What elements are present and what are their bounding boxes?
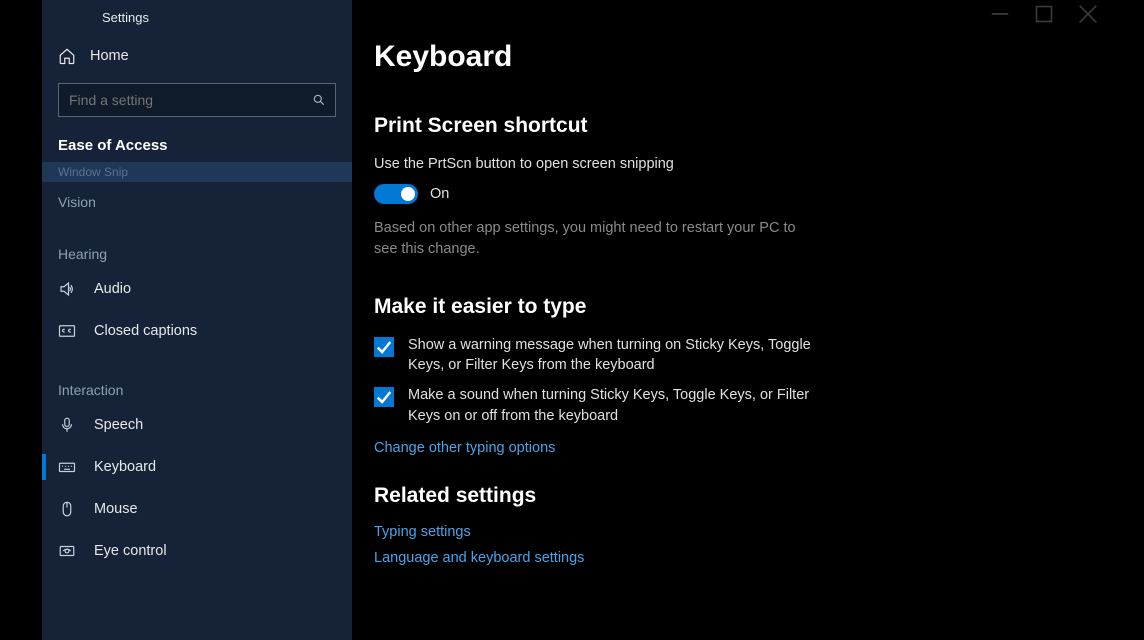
sidebar-item-mouse[interactable]: Mouse [42, 488, 352, 530]
restart-note: Based on other app settings, you might n… [374, 218, 804, 259]
prtscn-description: Use the PrtScn button to open screen sni… [374, 154, 834, 174]
search-input[interactable] [58, 83, 336, 117]
search-icon [312, 93, 326, 107]
warning-checkbox[interactable] [374, 337, 394, 357]
section-related: Related settings [374, 484, 1106, 508]
group-interaction: Interaction [42, 374, 352, 404]
group-vision: Vision [42, 186, 352, 216]
section-easier-type: Make it easier to type [374, 295, 1106, 319]
main-content: Keyboard Print Screen shortcut Use the P… [352, 0, 1106, 640]
nav-label: Mouse [94, 501, 138, 517]
prtscn-toggle[interactable] [374, 184, 418, 204]
nav-label: Keyboard [94, 459, 156, 475]
sound-checkbox-label: Make a sound when turning Sticky Keys, T… [408, 385, 814, 426]
nav-label: Audio [94, 281, 131, 297]
home-label: Home [90, 48, 129, 64]
sidebar-item-audio[interactable]: Audio [42, 268, 352, 310]
sidebar-item-closed-captions[interactable]: Closed captions [42, 310, 352, 352]
home-icon [58, 47, 76, 65]
minimize-button[interactable] [990, 4, 1010, 24]
eye-icon [58, 542, 76, 560]
maximize-button[interactable] [1034, 4, 1054, 24]
nav-label: Speech [94, 417, 143, 433]
nav-label: Closed captions [94, 323, 197, 339]
cc-icon [58, 322, 76, 340]
sidebar-item-keyboard[interactable]: Keyboard [42, 446, 352, 488]
sidebar: Settings Home Ease of Access Window Snip… [42, 0, 352, 640]
typing-settings-link[interactable]: Typing settings [374, 524, 1106, 540]
group-hearing: Hearing [42, 238, 352, 268]
app-title: Settings [42, 6, 352, 37]
section-print-screen: Print Screen shortcut [374, 114, 1106, 138]
warning-checkbox-label: Show a warning message when turning on S… [408, 335, 814, 376]
toggle-state-label: On [430, 186, 449, 202]
sidebar-item-speech[interactable]: Speech [42, 404, 352, 446]
change-typing-link[interactable]: Change other typing options [374, 440, 1106, 456]
language-keyboard-link[interactable]: Language and keyboard settings [374, 550, 1106, 566]
mouse-icon [58, 500, 76, 518]
sidebar-item-eye-control[interactable]: Eye control [42, 530, 352, 572]
category-heading: Ease of Access [42, 127, 352, 162]
sound-checkbox[interactable] [374, 387, 394, 407]
close-button[interactable] [1078, 4, 1098, 24]
speaker-icon [58, 280, 76, 298]
page-title: Keyboard [374, 40, 1106, 74]
keyboard-icon [58, 458, 76, 476]
highlight-strip[interactable]: Window Snip [42, 162, 352, 182]
nav-label: Eye control [94, 543, 167, 559]
home-nav[interactable]: Home [42, 37, 352, 75]
microphone-icon [58, 416, 76, 434]
